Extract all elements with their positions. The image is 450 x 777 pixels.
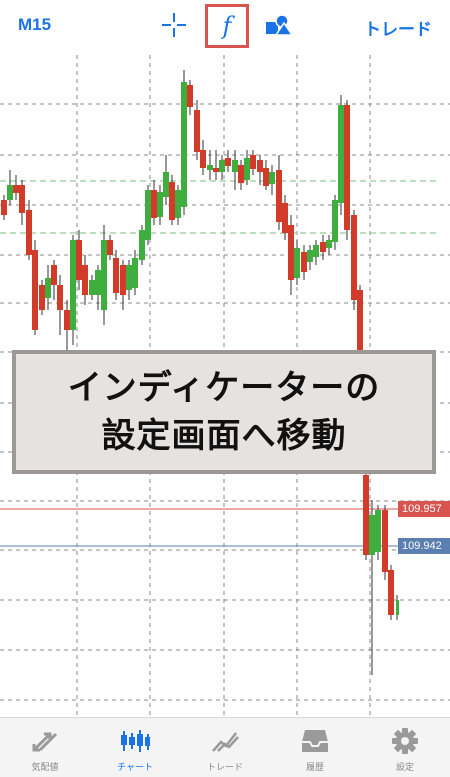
trade-trend-icon	[208, 726, 242, 756]
history-inbox-icon	[298, 726, 332, 756]
candlestick-chart-icon	[118, 726, 152, 756]
candle	[263, 160, 269, 190]
candle	[294, 240, 300, 285]
candle	[7, 170, 13, 205]
candle	[357, 285, 363, 350]
candle	[382, 505, 388, 580]
tab-settings[interactable]: 設定	[360, 718, 450, 777]
candle	[151, 180, 157, 225]
candle	[26, 200, 32, 260]
ask-price-label: 109.942	[398, 538, 450, 554]
candle	[269, 165, 275, 195]
candle	[375, 505, 381, 560]
candle	[238, 160, 244, 190]
candle	[51, 260, 57, 300]
shapes-icon[interactable]	[262, 8, 296, 42]
candle	[200, 140, 206, 175]
candle	[301, 245, 307, 280]
candle	[101, 225, 107, 325]
tab-quotes[interactable]: 気配値	[0, 718, 90, 777]
candle	[132, 250, 138, 295]
candle	[225, 150, 231, 172]
candle	[32, 240, 38, 335]
candle	[169, 175, 175, 225]
bid-price-label: 109.957	[398, 501, 450, 517]
candle	[351, 210, 357, 310]
candle	[288, 215, 294, 295]
tab-trade-label: トレード	[206, 762, 243, 772]
candle	[89, 275, 95, 300]
candle	[326, 235, 332, 255]
candle	[107, 235, 113, 260]
annotation-line-2: 設定画面へ移動	[101, 416, 347, 456]
tab-chart[interactable]: チャート	[90, 718, 180, 777]
candle	[388, 565, 394, 620]
quotes-arrows-icon	[28, 726, 62, 756]
function-f-icon: f	[222, 12, 232, 40]
tab-trade[interactable]: トレード	[180, 718, 270, 777]
candle	[276, 155, 282, 230]
candle	[313, 240, 319, 265]
candle	[1, 195, 7, 220]
candle	[396, 595, 399, 620]
candle	[13, 175, 19, 200]
tab-history[interactable]: 履歴	[270, 718, 360, 777]
annotation-line-1: インディケーターの	[67, 368, 381, 408]
candle	[70, 235, 76, 345]
tab-chart-label: チャート	[117, 762, 153, 772]
candle	[363, 470, 369, 560]
candle	[19, 180, 25, 225]
crosshair-icon[interactable]	[157, 8, 191, 42]
candle	[126, 260, 132, 300]
bottom-tab-bar: 気配値 チャート トレード 履歴 設定	[0, 717, 450, 777]
settings-gear-icon	[388, 726, 422, 756]
candle	[163, 155, 169, 205]
indicators-button[interactable]: f	[205, 4, 249, 48]
candle	[113, 250, 119, 300]
candle	[95, 265, 101, 310]
trade-button[interactable]: トレード	[364, 15, 432, 40]
candle	[157, 185, 163, 225]
top-bar: M15 f トレード	[0, 0, 450, 52]
candle	[332, 195, 338, 250]
candle	[207, 150, 213, 180]
candle	[307, 245, 313, 270]
candle	[344, 100, 350, 240]
candle	[181, 70, 187, 215]
candle	[64, 300, 70, 350]
tab-quotes-label: 気配値	[31, 762, 59, 772]
candle	[145, 185, 151, 245]
candle	[175, 185, 181, 225]
candle	[82, 255, 88, 305]
candle	[57, 275, 63, 335]
candle	[39, 280, 45, 315]
tab-settings-label: 設定	[395, 762, 414, 772]
candle	[338, 95, 344, 215]
tab-history-label: 履歴	[305, 762, 324, 772]
candle	[187, 80, 193, 115]
timeframe-selector[interactable]: M15	[18, 15, 51, 35]
candle	[232, 150, 238, 190]
annotation-box: インディケーターの 設定画面へ移動	[12, 350, 436, 474]
candle	[320, 235, 326, 260]
candle	[139, 225, 145, 265]
candle	[194, 100, 200, 160]
candle	[250, 150, 256, 175]
